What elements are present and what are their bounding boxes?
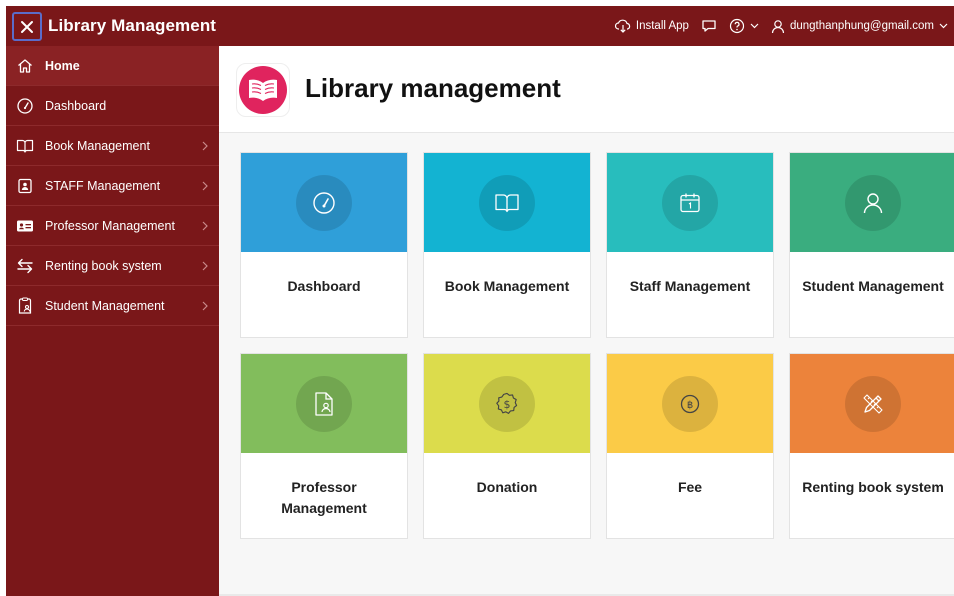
card-icon-badge <box>662 174 718 231</box>
card-label: Student Management <box>802 278 944 294</box>
sidebar-item-label: Dashboard <box>45 99 107 113</box>
file-user-icon <box>315 391 333 416</box>
svg-text:$: $ <box>504 398 511 411</box>
cloud-download-icon <box>614 19 631 33</box>
donation-icon: $ <box>496 392 518 414</box>
app-title: Library Management <box>48 16 217 35</box>
app-frame: Library Management Install App dungthanp… <box>6 6 954 596</box>
card-banner <box>424 153 590 252</box>
card-professor-management[interactable]: Professor Management <box>240 353 408 539</box>
sidebar-item-renting-book-system[interactable]: Renting book system <box>6 246 219 286</box>
help-icon <box>729 18 745 34</box>
chevron-right-icon <box>202 221 208 231</box>
svg-text:฿: ฿ <box>687 400 693 411</box>
card-renting-book-system[interactable]: Renting book system <box>789 353 954 539</box>
library-logo <box>236 63 290 117</box>
open-book-icon <box>249 79 277 101</box>
sidebar-item-label: Home <box>45 59 80 73</box>
sidebar-item-home[interactable]: Home <box>6 46 219 86</box>
logo-circle <box>239 66 287 114</box>
calendar-icon <box>680 193 700 212</box>
card-banner: ฿ <box>607 354 773 453</box>
sidebar-item-student-management[interactable]: Student Management <box>6 286 219 326</box>
swap-icon <box>17 258 33 274</box>
user-icon <box>863 192 883 213</box>
card-label: Renting book system <box>802 479 944 495</box>
student-icon <box>18 297 32 314</box>
card-staff-management[interactable]: Staff Management <box>606 152 774 338</box>
card-icon-badge <box>479 174 535 231</box>
card-donation[interactable]: $ Donation <box>423 353 591 539</box>
top-right-actions: Install App dungthanphung@gmail.com <box>614 6 948 46</box>
card-label: Staff Management <box>629 278 751 294</box>
sidebar-item-professor-management[interactable]: Professor Management <box>6 206 219 246</box>
page-title: Library management <box>305 73 561 103</box>
card-icon-badge: $ <box>479 375 535 432</box>
card-dashboard[interactable]: Dashboard <box>240 152 408 338</box>
chevron-right-icon <box>202 181 208 191</box>
card-banner <box>790 354 954 453</box>
card-icon-badge <box>296 174 352 231</box>
card-icon-badge <box>845 174 901 231</box>
id-card-icon <box>17 220 33 232</box>
sidebar-item-staff-management[interactable]: STAFF Management <box>6 166 219 206</box>
chat-icon <box>702 20 716 32</box>
sidebar-item-label: Book Management <box>45 139 150 153</box>
chevron-right-icon <box>202 141 208 151</box>
user-icon <box>771 19 785 33</box>
sidebar-item-label: Student Management <box>45 299 165 313</box>
chevron-right-icon <box>202 301 208 311</box>
card-banner <box>790 153 954 252</box>
chevron-down-icon <box>750 23 759 29</box>
sidebar-item-book-management[interactable]: Book Management <box>6 126 219 166</box>
book-icon <box>16 139 34 153</box>
sidebar-item-label: Renting book system <box>45 259 162 273</box>
card-banner <box>241 153 407 252</box>
sidebar-item-label: STAFF Management <box>45 179 161 193</box>
user-menu[interactable]: dungthanphung@gmail.com <box>771 19 948 34</box>
gauge-icon <box>17 98 33 114</box>
sidebar-item-label: Professor Management <box>45 219 175 233</box>
card-label: Donation <box>476 479 538 495</box>
pencil-ruler-icon <box>863 393 883 414</box>
install-app-label: Install App <box>635 20 689 32</box>
card-label: Dashboard <box>287 278 361 294</box>
page-header: Library management <box>219 46 954 133</box>
help-menu[interactable] <box>729 18 759 34</box>
gauge-icon <box>313 191 335 214</box>
card-icon-badge: ฿ <box>662 375 718 432</box>
card-label: Fee <box>677 479 703 495</box>
card-banner <box>241 354 407 453</box>
card-book-management[interactable]: Book Management <box>423 152 591 338</box>
card-icon-badge <box>845 375 901 432</box>
top-bar: Library Management Install App dungthanp… <box>6 6 954 46</box>
chat-button[interactable] <box>701 19 717 33</box>
user-email: dungthanphung@gmail.com <box>789 20 934 32</box>
card-student-management[interactable]: Student Management <box>789 152 954 338</box>
card-banner <box>607 153 773 252</box>
card-label: Book Management <box>444 278 570 294</box>
coin-icon: ฿ <box>680 394 700 413</box>
card-icon-badge <box>296 375 352 432</box>
card-banner: $ <box>424 354 590 453</box>
chevron-down-icon <box>939 23 948 29</box>
staff-icon <box>18 178 32 194</box>
install-app-button[interactable]: Install App <box>614 19 689 33</box>
chevron-right-icon <box>202 261 208 271</box>
sidebar: Home Dashboard Book Management STAFF Man… <box>6 46 219 596</box>
card-label: Professor Management <box>281 479 367 516</box>
book-icon <box>495 193 519 212</box>
sidebar-item-dashboard[interactable]: Dashboard <box>6 86 219 126</box>
home-icon <box>18 59 32 73</box>
close-icon <box>21 20 33 33</box>
main-content: Library management Dashboard Book Manage… <box>219 46 954 596</box>
card-fee[interactable]: ฿ Fee <box>606 353 774 539</box>
close-button[interactable] <box>12 12 42 41</box>
